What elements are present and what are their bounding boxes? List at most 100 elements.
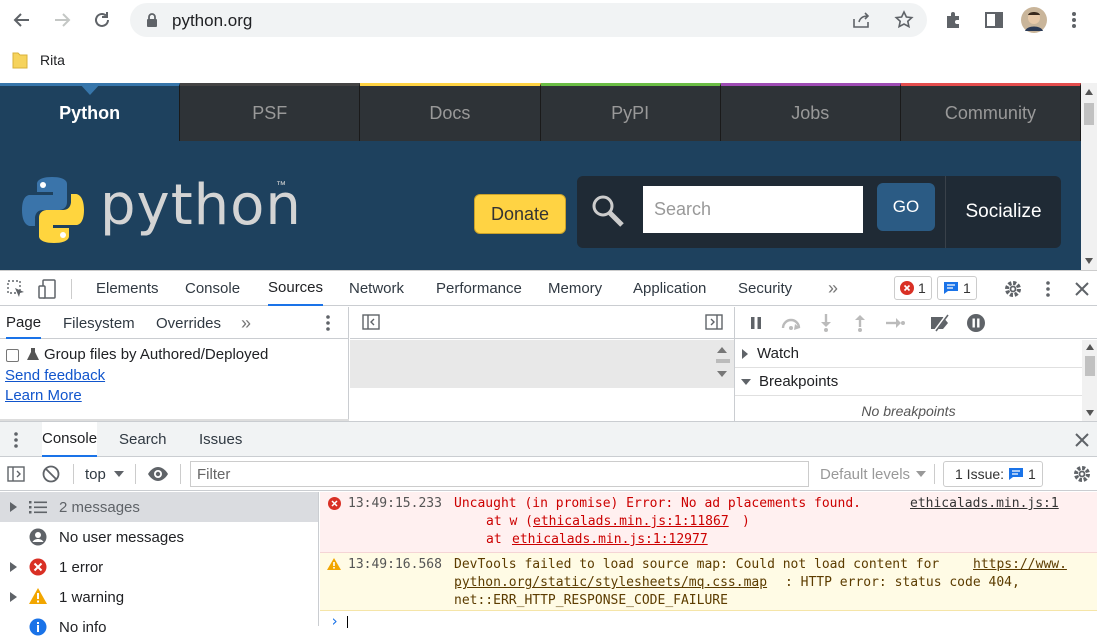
source-map-link[interactable]: https://www. [973,557,1067,572]
console-prompt[interactable]: › [330,612,339,630]
tab-sources[interactable]: Sources [268,271,324,306]
settings-gear-icon[interactable] [1003,279,1023,299]
socialize-button[interactable]: Socialize [945,176,1061,248]
tab-console[interactable]: Console [185,271,240,306]
tab-page[interactable]: Page [6,307,42,339]
issues-button[interactable]: 1 Issue: 1 [943,461,1043,487]
message-icon [944,282,958,294]
console-filter-input[interactable]: Filter [190,461,809,487]
debugger-scroll-down-icon[interactable] [1086,410,1094,416]
step-over-icon[interactable] [780,315,802,331]
back-button[interactable] [8,6,36,34]
nav-label: Python [59,103,121,123]
profile-avatar[interactable] [1020,6,1048,34]
side-panel-button[interactable] [980,6,1008,34]
more-navigator-tabs[interactable]: » [241,307,251,339]
nav-docs[interactable]: Docs [360,83,541,141]
browser-menu-button[interactable] [1060,6,1088,34]
pause-on-exceptions-icon[interactable] [966,313,986,333]
tab-application[interactable]: Application [633,271,706,306]
watch-label: Watch [757,345,799,362]
drawer-tab-console[interactable]: Console [42,422,98,457]
source-map-link[interactable]: python.org/static/stylesheets/mq.css.map [454,575,767,590]
star-icon[interactable] [894,10,914,30]
step-into-icon[interactable] [819,313,833,333]
close-icon[interactable] [1075,282,1089,296]
debugger-scroll-up-icon[interactable] [1086,344,1094,350]
tab-security[interactable]: Security [738,271,792,306]
donate-button[interactable]: Donate [474,194,566,234]
sidebar-item-warnings[interactable]: 1 warning [0,582,318,612]
more-tabs-button[interactable]: » [828,271,838,306]
nav-psf[interactable]: PSF [180,83,361,141]
step-icon[interactable] [885,317,905,329]
devtools-menu-icon[interactable] [1045,280,1051,298]
editor-scroll-up-icon[interactable] [717,347,727,353]
toggle-navigator-icon[interactable] [362,314,380,330]
sidebar-item-errors[interactable]: 1 error [0,552,318,582]
sidebar-item-user-messages[interactable]: No user messages [0,522,318,552]
learn-more-link[interactable]: Learn More [5,387,82,404]
drawer-tab-search[interactable]: Search [119,422,167,457]
tab-network[interactable]: Network [349,271,404,306]
scroll-down-icon[interactable] [1085,258,1093,264]
go-button[interactable]: GO [877,183,935,231]
message-text: DevTools failed to load source map: Coul… [454,557,948,572]
sidebar-item-info[interactable]: No info [0,612,318,642]
reload-button[interactable] [88,6,116,34]
inspect-element-icon[interactable] [7,280,25,298]
site-search-bar: Search GO Socialize [577,176,1061,248]
issues-count-badge[interactable]: 1 [937,276,977,300]
navigator-menu-icon[interactable] [325,314,331,332]
extensions-button[interactable] [940,6,968,34]
editor-scroll-thumb[interactable] [716,359,730,363]
nav-jobs[interactable]: Jobs [720,83,901,141]
clear-console-icon[interactable] [42,465,60,483]
deactivate-breakpoints-icon[interactable] [929,314,953,332]
watch-section[interactable]: Watch [735,340,1082,368]
drawer-tab-issues[interactable]: Issues [199,422,242,457]
editor-scroll-down-icon[interactable] [717,371,727,377]
forward-button[interactable] [48,6,76,34]
error-count-badge[interactable]: 1 [894,276,932,300]
devtools-main-tabs: Elements Console Sources Network Perform… [0,271,1097,306]
context-selector[interactable]: top [85,457,124,491]
page-scrollbar[interactable] [1081,83,1097,270]
debugger-scroll-thumb[interactable] [1085,356,1095,376]
stack-frame-link[interactable]: ethicalads.min.js:1:11867 [533,514,729,529]
debugger-scrollbar[interactable] [1082,340,1097,421]
bookmark-rita[interactable]: Rita [12,49,65,71]
send-feedback-link[interactable]: Send feedback [5,367,105,384]
drawer-menu-icon[interactable] [13,431,19,449]
tab-elements[interactable]: Elements [96,271,159,306]
tab-filesystem[interactable]: Filesystem [63,307,135,339]
python-logo-icon[interactable] [20,175,86,245]
source-link[interactable]: ethicalads.min.js:1 [910,496,1059,511]
step-out-icon[interactable] [853,313,867,333]
scroll-up-icon[interactable] [1085,89,1093,95]
editor-empty-area [350,340,734,388]
stack-frame-link[interactable]: ethicalads.min.js:1:12977 [512,532,708,547]
nav-community[interactable]: Community [900,83,1081,141]
show-sidebar-icon[interactable] [7,466,25,482]
tab-overrides[interactable]: Overrides [156,307,221,339]
log-levels-dropdown[interactable]: Default levels [820,457,927,491]
close-drawer-icon[interactable] [1075,433,1089,447]
pause-icon[interactable] [749,316,763,330]
share-icon[interactable] [852,11,872,29]
breakpoints-section[interactable]: Breakpoints [735,368,1082,396]
group-files-checkbox[interactable] [6,349,19,362]
tab-memory[interactable]: Memory [548,271,602,306]
nav-pypi[interactable]: PyPI [540,83,721,141]
address-bar[interactable]: python.org [130,3,927,37]
tab-performance[interactable]: Performance [436,271,522,306]
message-icon [1009,468,1024,480]
live-expression-eye-icon[interactable] [147,466,169,482]
scroll-thumb[interactable] [1084,103,1094,125]
site-search-input[interactable]: Search [643,186,863,233]
sidebar-item-messages[interactable]: 2 messages [0,492,318,522]
console-settings-icon[interactable] [1072,464,1092,484]
stack-frame-prefix: at [486,532,510,547]
toggle-debugger-icon[interactable] [705,314,723,330]
device-toolbar-icon[interactable] [38,279,58,299]
